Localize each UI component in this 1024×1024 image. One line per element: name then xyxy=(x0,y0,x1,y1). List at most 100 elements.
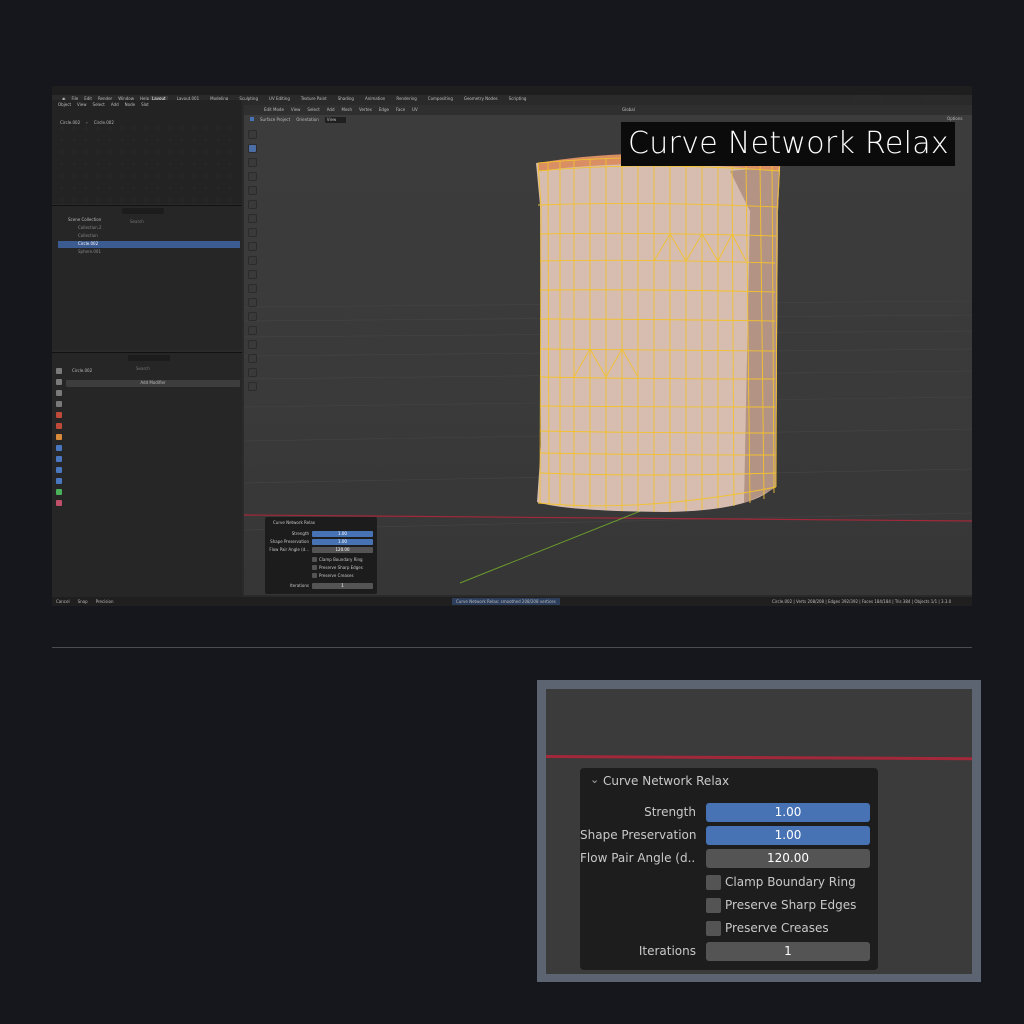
vp-menu-uv[interactable]: UV xyxy=(412,107,418,112)
status-cancel: Cancel xyxy=(56,599,70,604)
scale-icon[interactable] xyxy=(248,186,257,195)
cursor-icon[interactable] xyxy=(248,130,257,139)
outliner[interactable]: Search Scene Collection Collection.2 Col… xyxy=(52,205,242,350)
outliner-search[interactable]: Search xyxy=(122,208,164,224)
tool-tab-icon[interactable] xyxy=(56,368,62,374)
node-header-node[interactable]: Node xyxy=(125,102,135,107)
smooth-icon[interactable] xyxy=(248,354,257,363)
tab-geometry-nodes[interactable]: Geometry Nodes xyxy=(462,96,500,101)
move-icon[interactable] xyxy=(248,158,257,167)
extrude-icon[interactable] xyxy=(248,256,257,265)
render-tab-icon[interactable] xyxy=(56,379,62,385)
polybuild-icon[interactable] xyxy=(248,326,257,335)
constraints-tab-icon[interactable] xyxy=(56,478,62,484)
node-header-object[interactable]: Object xyxy=(58,102,71,107)
properties-editor[interactable]: Search Circle.002 xyxy=(52,352,242,597)
top-bar xyxy=(52,86,972,95)
flow-angle-field[interactable]: 120.00 xyxy=(706,849,870,868)
clamp-checkbox[interactable] xyxy=(706,875,721,890)
divider xyxy=(52,647,972,648)
inset-icon[interactable] xyxy=(248,270,257,279)
bevel-icon[interactable] xyxy=(248,284,257,293)
node-header-select[interactable]: Select xyxy=(93,102,105,107)
modifier-tab-icon[interactable] xyxy=(56,445,62,451)
vp-menu-select[interactable]: Select xyxy=(307,107,319,112)
iterations-field[interactable]: 1 xyxy=(706,942,870,961)
outliner-row[interactable]: Scene Collection xyxy=(58,217,240,224)
vp-menu-face[interactable]: Face xyxy=(396,107,405,112)
creases-checkbox[interactable] xyxy=(312,573,317,578)
view-layer-tab-icon[interactable] xyxy=(56,401,62,407)
output-tab-icon[interactable] xyxy=(56,390,62,396)
node-header-slot[interactable]: Slot xyxy=(141,102,149,107)
tab-shading[interactable]: Shading xyxy=(336,96,356,101)
node-header-add[interactable]: Add xyxy=(111,102,119,107)
view-layer-selector[interactable]: ViewLayer xyxy=(922,95,960,111)
measure-icon[interactable] xyxy=(248,228,257,237)
strength-field[interactable]: 1.00 xyxy=(312,531,373,537)
cylinder-mesh[interactable] xyxy=(536,153,781,513)
node-editor[interactable]: Object View Select Add Node Slot Circle.… xyxy=(52,100,242,214)
transform-orientation[interactable]: Global xyxy=(622,107,635,112)
select-box-icon[interactable] xyxy=(248,144,257,153)
shape-preservation-label: Shape Preservation xyxy=(580,828,697,842)
operator-redo-panel[interactable]: ⌄ Curve Network Relax Strength 1.00 Shap… xyxy=(580,768,878,970)
properties-search-placeholder: Search xyxy=(136,366,150,371)
vp-menu-view[interactable]: View xyxy=(291,107,301,112)
status-precision: Precision xyxy=(95,599,114,604)
tab-uv-editing[interactable]: UV Editing xyxy=(267,96,292,101)
particles-tab-icon[interactable] xyxy=(56,456,62,462)
annotate-icon[interactable] xyxy=(248,214,257,223)
node-header-view[interactable]: View xyxy=(77,102,87,107)
vp-menu-edge[interactable]: Edge xyxy=(379,107,389,112)
shape-preservation-field[interactable]: 1.00 xyxy=(312,539,373,545)
loopcut-icon[interactable] xyxy=(248,298,257,307)
outliner-row[interactable]: Sphere.001 xyxy=(58,249,240,256)
op-panel-title[interactable]: Curve Network Relax xyxy=(273,520,315,525)
object-tab-icon[interactable] xyxy=(56,434,62,440)
shrink-icon[interactable] xyxy=(248,382,257,391)
properties-search[interactable]: Search xyxy=(128,355,170,371)
creases-checkbox[interactable] xyxy=(706,921,721,936)
strength-field[interactable]: 1.00 xyxy=(706,803,870,822)
shape-preservation-field[interactable]: 1.00 xyxy=(706,826,870,845)
outliner-row[interactable]: Collection xyxy=(58,233,240,240)
vp-menu-vertex[interactable]: Vertex xyxy=(359,107,372,112)
mode-selector[interactable]: Edit Mode xyxy=(264,107,284,112)
iterations-label: Iterations xyxy=(638,944,696,958)
flow-angle-field[interactable]: 120.00 xyxy=(312,547,373,553)
rotate-icon[interactable] xyxy=(248,172,257,181)
scene-tab-icon[interactable] xyxy=(56,412,62,418)
vp-menu-mesh[interactable]: Mesh xyxy=(342,107,353,112)
tab-texture-paint[interactable]: Texture Paint xyxy=(299,96,329,101)
creases-label: Preserve Creases xyxy=(319,573,354,578)
data-tab-icon[interactable] xyxy=(56,489,62,495)
operator-redo-panel-small[interactable]: Curve Network Relax Strength 1.00 Shape … xyxy=(265,517,377,594)
iterations-field[interactable]: 1 xyxy=(312,583,373,589)
strength-label: Strength xyxy=(644,805,696,819)
world-tab-icon[interactable] xyxy=(56,423,62,429)
clamp-checkbox[interactable] xyxy=(312,557,317,562)
sharp-checkbox[interactable] xyxy=(706,898,721,913)
scene-selector[interactable]: Scene xyxy=(852,95,882,111)
outliner-row-selected[interactable]: Circle.002 xyxy=(58,241,240,248)
vp-menu-add[interactable]: Add xyxy=(327,107,335,112)
spin-icon[interactable] xyxy=(248,340,257,349)
clamp-label: Clamp Boundary Ring xyxy=(319,557,363,562)
add-cube-icon[interactable] xyxy=(248,242,257,251)
physics-tab-icon[interactable] xyxy=(56,467,62,473)
sharp-checkbox[interactable] xyxy=(312,565,317,570)
tab-animation[interactable]: Animation xyxy=(363,96,387,101)
tab-scripting[interactable]: Scripting xyxy=(507,96,529,101)
transform-icon[interactable] xyxy=(248,200,257,209)
material-tab-icon[interactable] xyxy=(56,500,62,506)
tab-compositing[interactable]: Compositing xyxy=(426,96,455,101)
knife-icon[interactable] xyxy=(248,312,257,321)
add-modifier-button[interactable]: Add Modifier xyxy=(66,380,240,387)
tab-rendering[interactable]: Rendering xyxy=(394,96,418,101)
outliner-row[interactable]: Collection.2 xyxy=(58,225,240,232)
shape-preservation-label: Shape Preservation xyxy=(270,539,309,544)
edge-slide-icon[interactable] xyxy=(248,368,257,377)
op-panel-title[interactable]: Curve Network Relax xyxy=(603,772,729,790)
chevron-down-icon[interactable]: ⌄ xyxy=(590,773,599,786)
